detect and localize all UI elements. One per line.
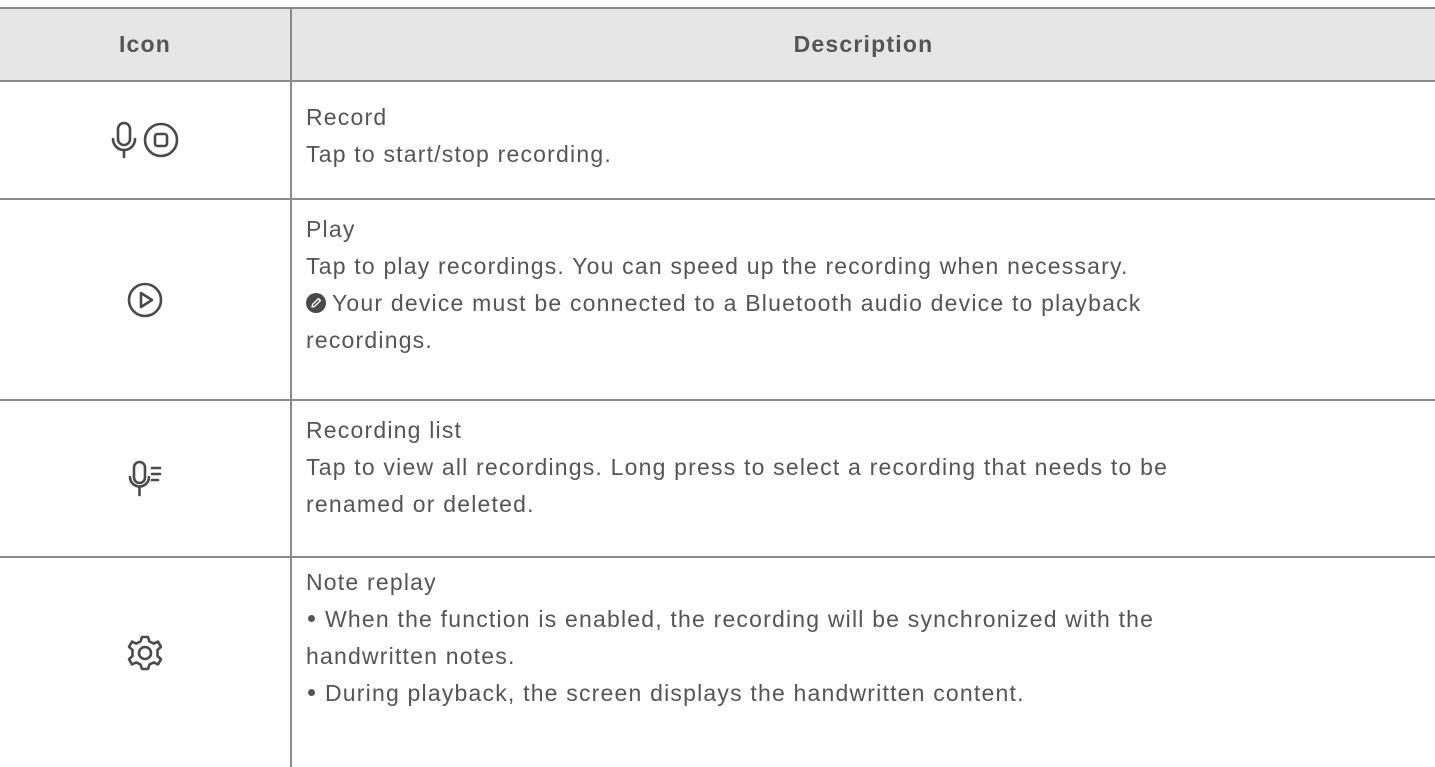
row-title: Record: [306, 104, 388, 130]
recording-list-icon: [128, 460, 162, 496]
note-text: Your device must be connected to a Bluet…: [332, 290, 1142, 316]
table-row-recording-list: Recording list Tap to view all recording…: [0, 401, 1435, 558]
header-icon-column: Icon: [118, 31, 172, 57]
row-text: Tap to start/stop recording.: [306, 141, 612, 167]
description-cell: Play Tap to play recordings. You can spe…: [306, 211, 1416, 359]
bullet-text-continued: handwritten notes.: [306, 643, 516, 669]
table-row-note-replay: Note replay When the function is enabled…: [0, 558, 1435, 767]
icon-cell: [0, 200, 290, 399]
table-row-play: Play Tap to play recordings. You can spe…: [0, 200, 1435, 401]
icon-cell: [0, 558, 290, 748]
row-title: Note replay: [306, 569, 437, 595]
bullet-text: During playback, the screen displays the…: [325, 680, 1025, 706]
description-cell: Note replay When the function is enabled…: [306, 564, 1416, 712]
bullet-dot: [308, 689, 315, 697]
row-text: Tap to play recordings. You can speed up…: [306, 253, 1129, 279]
gear-icon: [127, 635, 163, 671]
note-text-continued: recordings.: [306, 327, 433, 353]
icon-cell: [0, 82, 290, 198]
row-text-continued: renamed or deleted.: [306, 491, 535, 517]
note-line: Your device must be connected to a Bluet…: [306, 285, 1416, 322]
table-row-record: Record Tap to start/stop recording.: [0, 82, 1435, 200]
description-cell: Recording list Tap to view all recording…: [306, 412, 1416, 523]
bullet-dot: [308, 615, 315, 623]
pencil-note-icon: [306, 293, 326, 313]
bullet-item: During playback, the screen displays the…: [306, 675, 1416, 712]
row-title: Play: [306, 216, 356, 242]
row-text: Tap to view all recordings. Long press t…: [306, 454, 1169, 480]
bullet-text: When the function is enabled, the record…: [325, 606, 1155, 632]
icon-cell: [0, 401, 290, 556]
icon-description-table: Icon Description Record Tap to start/sto…: [0, 0, 1435, 767]
bullet-item: When the function is enabled, the record…: [306, 601, 1416, 638]
table-header-row: Icon Description: [0, 7, 1435, 82]
row-title: Recording list: [306, 417, 463, 443]
microphone-icon: [111, 121, 137, 159]
header-description-column: Description: [793, 31, 934, 57]
play-icon: [127, 282, 163, 317]
description-cell: Record Tap to start/stop recording.: [306, 99, 1416, 173]
stop-icon: [143, 122, 179, 158]
